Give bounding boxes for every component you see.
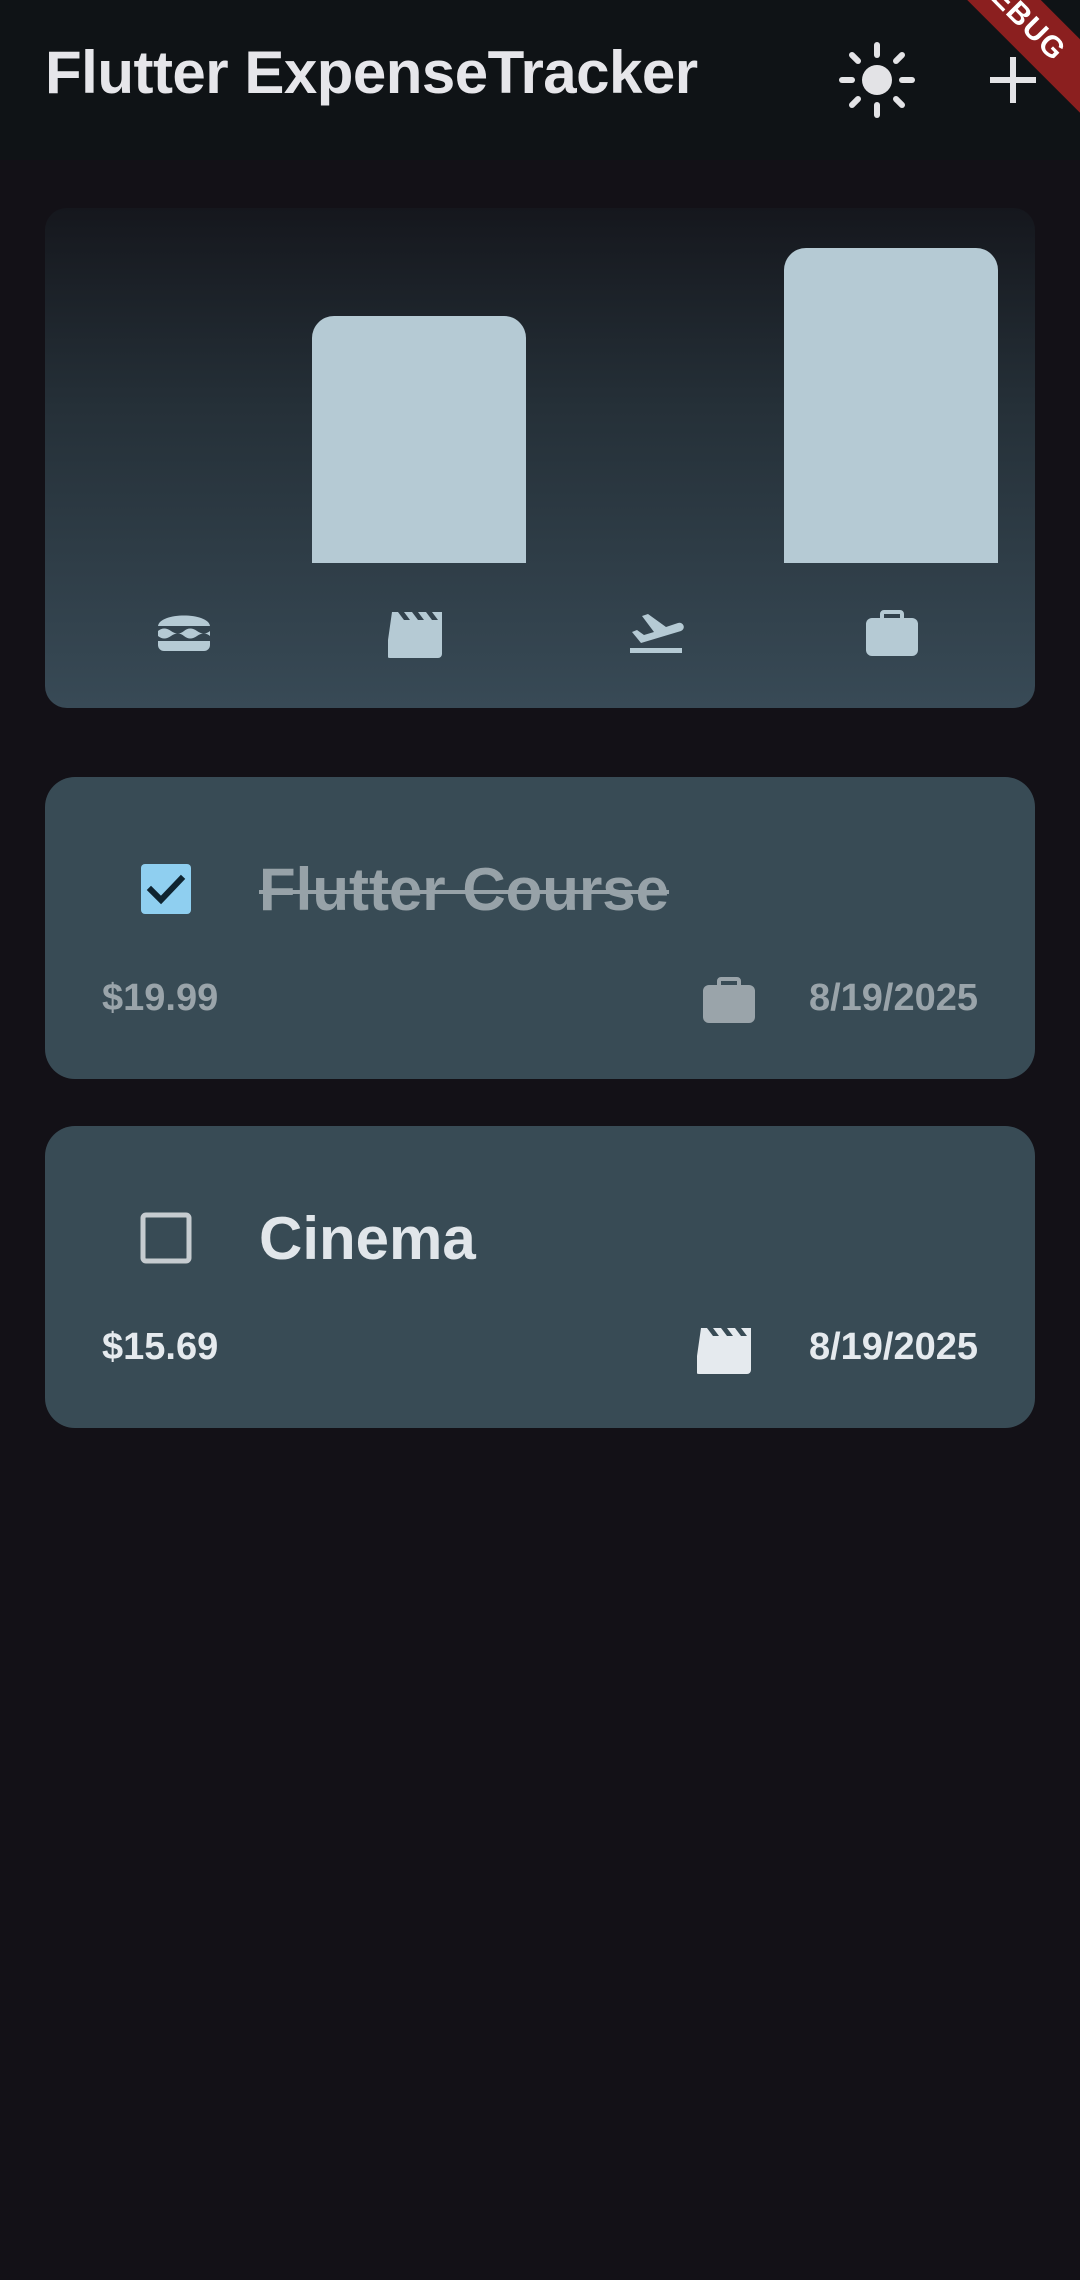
expense-checkbox-checked[interactable] xyxy=(138,861,194,917)
expense-title: Cinema xyxy=(259,1205,476,1272)
burger-icon xyxy=(152,598,216,662)
app-title: Flutter ExpenseTracker xyxy=(45,39,698,106)
toggle-theme-button[interactable] xyxy=(827,30,927,130)
expense-title: Flutter Course xyxy=(259,856,670,923)
movie-clapper-icon xyxy=(697,1314,761,1378)
briefcase-icon xyxy=(860,598,924,662)
expense-card[interactable]: Flutter Course $19.99 8/19/2025 xyxy=(45,777,1035,1079)
flight-takeoff-icon xyxy=(624,598,688,662)
chart-bars-area xyxy=(45,208,1035,563)
expense-date: 8/19/2025 xyxy=(808,1326,978,1368)
briefcase-icon xyxy=(697,965,761,1029)
expense-amount: $19.99 xyxy=(102,977,219,1019)
app-root: Flutter ExpenseTracker DEBUG Flutter Cou… xyxy=(0,0,1080,2280)
expense-checkbox-unchecked[interactable] xyxy=(138,1210,194,1266)
chart-bar-leisure xyxy=(312,316,526,563)
expense-card[interactable]: Cinema $15.69 8/19/2025 xyxy=(45,1126,1035,1428)
chart-bar-work xyxy=(784,248,998,563)
app-bar: Flutter ExpenseTracker xyxy=(0,0,1080,160)
expense-date: 8/19/2025 xyxy=(808,977,978,1019)
movie-clapper-icon xyxy=(388,598,452,662)
expense-chart xyxy=(45,208,1035,708)
expense-amount: $15.69 xyxy=(102,1326,219,1368)
sun-icon xyxy=(827,30,927,130)
